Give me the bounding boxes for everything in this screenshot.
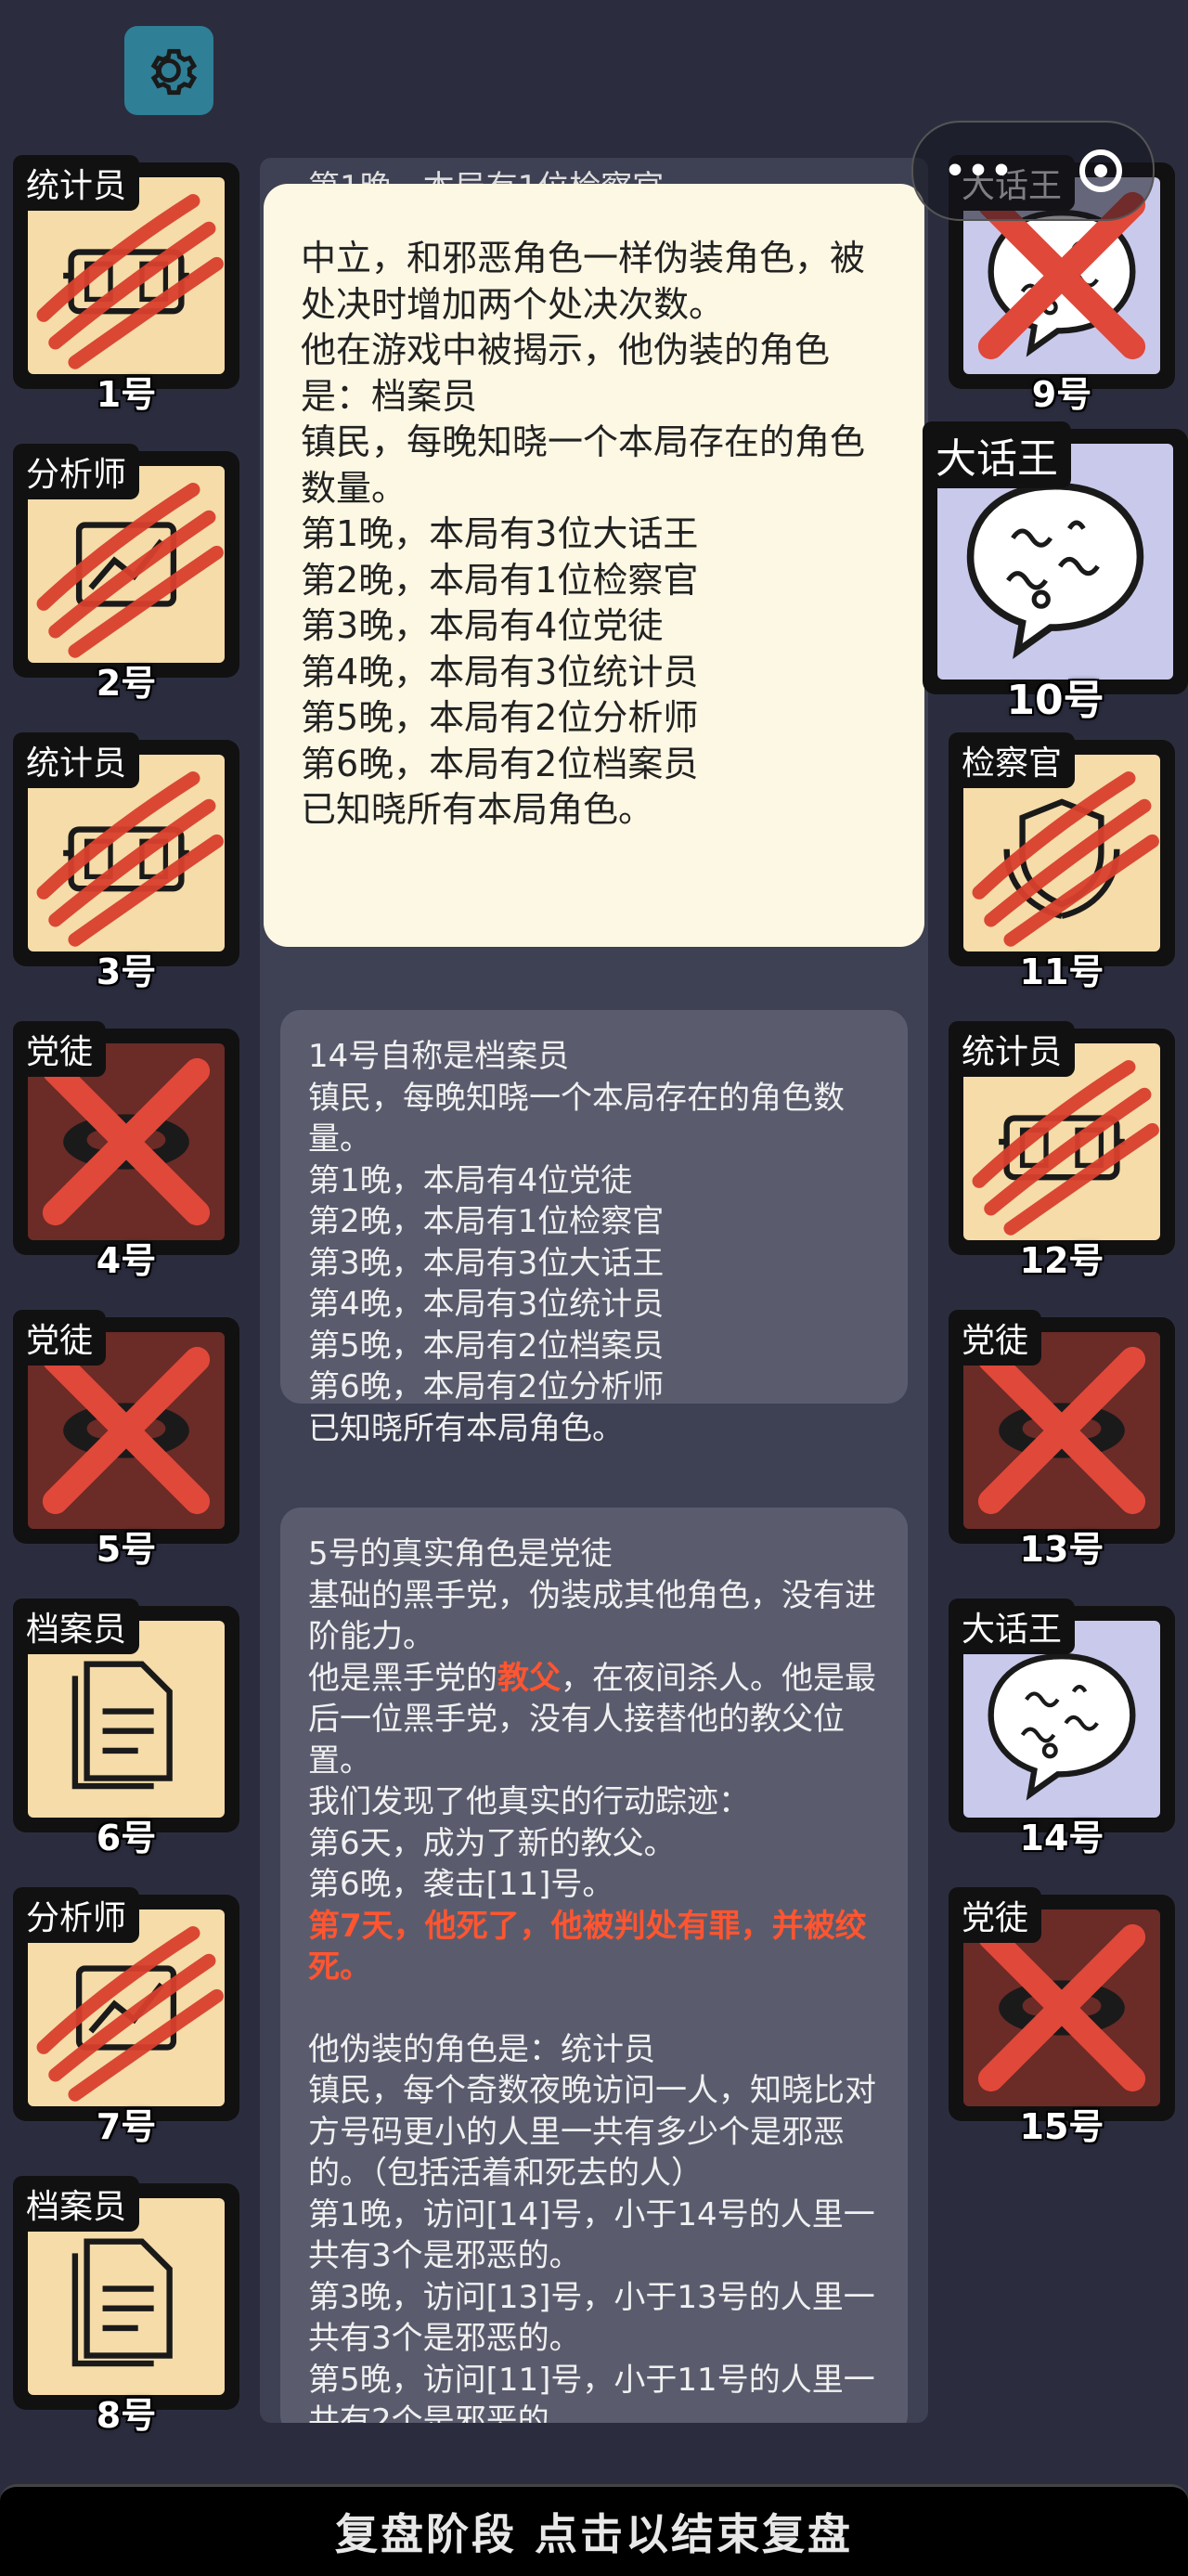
card14-line: 镇民，每晚知晓一个本局存在的角色数量。: [308, 1079, 845, 1159]
settings-button[interactable]: [124, 26, 213, 115]
card5-godfather-line: 他是黑手党的教父，在夜间杀人。他是最后一位黑手党，没有人接替他的教父位置。: [308, 1658, 880, 1782]
seat-number: 13号: [1019, 1529, 1104, 1570]
seat-role-label: 党徒: [949, 1887, 1042, 1943]
seat-role-label: 分析师: [13, 444, 140, 499]
card14-line: 第5晚，本局有2位档案员: [308, 1327, 665, 1365]
card14-line: 第6晚，本局有2位分析师: [308, 1368, 665, 1405]
seat-role-label: 党徒: [13, 1310, 107, 1366]
seat-role-label: 统计员: [13, 732, 140, 788]
card14-line: 已知晓所有本局角色。: [308, 1409, 624, 1447]
card14-line: 第3晚，本局有3位大话王: [308, 1244, 665, 1282]
player-seat[interactable]: 统计员 1号: [13, 155, 239, 415]
card5-line: 第6天，成为了新的教父。: [308, 1824, 676, 1862]
player-seat[interactable]: 统计员 12号: [949, 1021, 1175, 1281]
player-seat[interactable]: 分析师 7号: [13, 1887, 239, 2147]
end-review-button[interactable]: 复盘阶段 点击以结束复盘: [0, 2484, 1188, 2576]
seat-number: 14号: [1019, 1818, 1104, 1858]
seat-number: 5号: [96, 1529, 157, 1570]
player-seat[interactable]: 党徒 5号: [13, 1310, 239, 1570]
seat-role-label: 检察官: [949, 732, 1076, 788]
seat-number: 4号: [96, 1240, 157, 1281]
player-seat[interactable]: 统计员 3号: [13, 732, 239, 992]
card5-line: 镇民，每个奇数夜晚访问一人，知晓比对方号码更小的人里一共有多少个是邪恶的。（包括…: [308, 2072, 876, 2192]
seat-number: 1号: [96, 374, 157, 415]
player-seat[interactable]: 档案员 8号: [13, 2176, 239, 2436]
popup-line: 第1晚，本局有3位大话王: [301, 513, 699, 554]
popup-line: 中立，和邪恶角色一样伪装角色，被处决时增加两个处决次数。: [301, 238, 866, 325]
card5-text: 他是黑手党的: [308, 1659, 497, 1697]
seat-number: 8号: [96, 2395, 157, 2436]
seat-number: 6号: [96, 1818, 157, 1858]
seat-number: 12号: [1019, 1240, 1104, 1281]
card14-line: 第2晚，本局有1位检察官: [308, 1203, 665, 1240]
card5-line: 第1晚，访问[14]号，小于14号的人里一共有3个是邪恶的。: [308, 2195, 875, 2275]
card5-line: 第6晚，袭击[11]号。: [308, 1866, 614, 1903]
seat-role-label: 统计员: [949, 1021, 1076, 1077]
more-menu-icon[interactable]: •••: [944, 152, 1014, 190]
godfather-highlight: 教父: [497, 1659, 561, 1697]
seat-role-label: 党徒: [13, 1021, 107, 1077]
player-seat[interactable]: 大话王 14号: [949, 1599, 1175, 1858]
card14-line: 14号自称是档案员: [308, 1038, 570, 1075]
popup-line: 第2晚，本局有1位检察官: [301, 559, 699, 601]
close-target-icon[interactable]: [1078, 149, 1122, 192]
seat-number: 9号: [1031, 374, 1092, 415]
seat-number: 11号: [1019, 951, 1104, 992]
card5-line: 基础的黑手党，伪装成其他角色，没有进阶能力。: [308, 1576, 876, 1656]
seat-role-label: 大话王: [949, 1599, 1076, 1654]
seat-role-label: 大话王: [923, 421, 1071, 488]
player-seat[interactable]: 大话王 10号: [923, 421, 1188, 724]
seat-number: 7号: [96, 2106, 157, 2147]
player-seat[interactable]: 党徒 4号: [13, 1021, 239, 1281]
card5-line: 第3晚，访问[13]号，小于13号的人里一共有3个是邪恶的。: [308, 2278, 875, 2358]
seat-role-label: 党徒: [949, 1310, 1042, 1366]
seat-role-label: 档案员: [13, 2176, 140, 2232]
role-tooltip-popup[interactable]: 中立，和邪恶角色一样伪装角色，被处决时增加两个处决次数。 他在游戏中被揭示，他伪…: [264, 184, 924, 947]
card14-line: 第4晚，本局有3位统计员: [308, 1286, 665, 1323]
popup-line: 第4晚，本局有3位统计员: [301, 651, 699, 693]
popup-line: 第5晚，本局有2位分析师: [301, 697, 699, 738]
player-seat[interactable]: 分析师 2号: [13, 444, 239, 704]
card5-line: 5号的真实角色是党徒: [308, 1535, 613, 1573]
seat-role-label: 统计员: [13, 155, 140, 211]
seat-number: 15号: [1019, 2106, 1104, 2147]
player-seat[interactable]: 党徒 15号: [949, 1887, 1175, 2147]
card5-line: 第5晚，访问[11]号，小于11号的人里一共有2个是邪恶的。: [308, 2361, 875, 2424]
seat-number: 2号: [96, 663, 157, 704]
popup-line: 他在游戏中被揭示，他伪装的角色是：档案员: [301, 330, 831, 417]
seat-number: 10号: [1006, 677, 1104, 724]
seat-number: 3号: [96, 951, 157, 992]
player-seat[interactable]: 党徒 13号: [949, 1310, 1175, 1570]
seat-role-label: 档案员: [13, 1599, 140, 1654]
gear-icon: [150, 48, 198, 96]
card5-line: 他伪装的角色是：统计员: [308, 2030, 655, 2068]
popup-line: 已知晓所有本局角色。: [301, 789, 654, 830]
card14-line: 第1晚，本局有4位党徒: [308, 1161, 633, 1199]
miniprogram-capsule: •••: [911, 121, 1155, 221]
seat-role-label: 分析师: [13, 1887, 140, 1943]
player-seat[interactable]: 检察官 11号: [949, 732, 1175, 992]
player-seat[interactable]: 档案员 6号: [13, 1599, 239, 1858]
log-card-14: 14号自称是档案员 镇民，每晚知晓一个本局存在的角色数量。 第1晚，本局有4位党…: [280, 1010, 908, 1447]
popup-line: 镇民，每晚知晓一个本局存在的角色数量。: [301, 421, 866, 509]
card5-line: 我们发现了他真实的行动踪迹：: [308, 1783, 750, 1820]
death-highlight: 第7天，他死了，他被判处有罪，并被绞死。: [308, 1907, 867, 1987]
popup-line: 第6晚，本局有2位档案员: [301, 743, 699, 784]
popup-line: 第3晚，本局有4位党徒: [301, 605, 664, 646]
log-card-5: 5号的真实角色是党徒 基础的黑手党，伪装成其他角色，没有进阶能力。 他是黑手党的…: [280, 1508, 908, 2423]
